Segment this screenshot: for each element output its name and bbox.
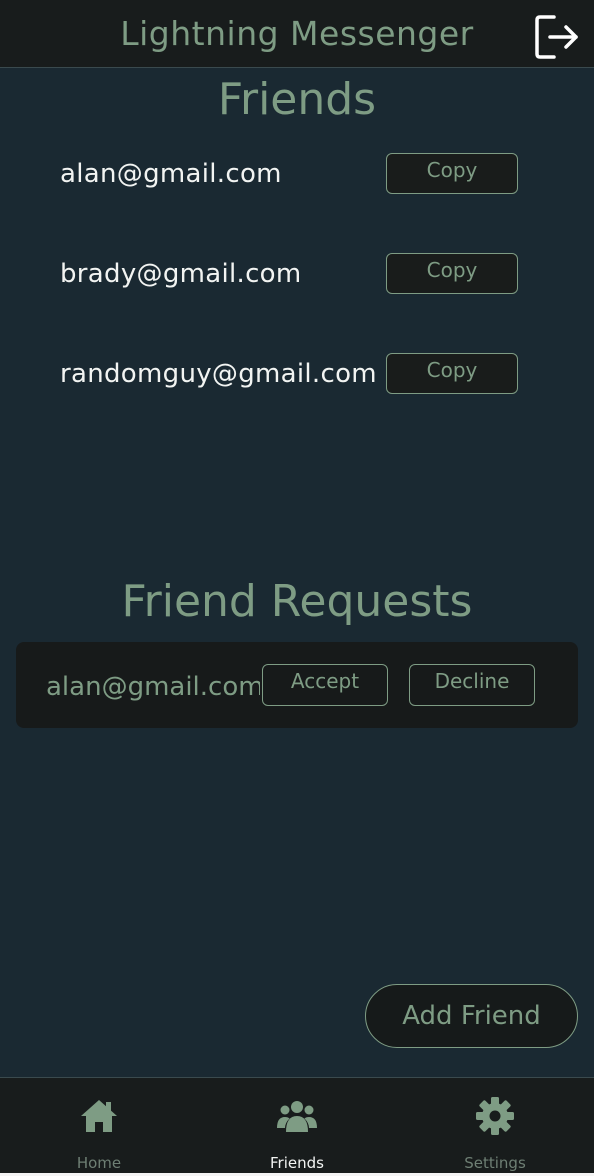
copy-button[interactable]: Copy — [386, 253, 518, 294]
gear-icon — [476, 1097, 514, 1135]
accept-button[interactable]: Accept — [262, 664, 388, 706]
friend-list-item: alan@gmail.com Copy — [0, 153, 594, 197]
tab-home[interactable]: Home — [0, 1078, 198, 1174]
home-icon — [81, 1100, 117, 1132]
friend-email: randomguy@gmail.com — [60, 359, 377, 389]
copy-button[interactable]: Copy — [386, 153, 518, 194]
friend-email: brady@gmail.com — [60, 259, 302, 289]
tab-label: Friends — [270, 1154, 324, 1172]
friend-list-item: randomguy@gmail.com Copy — [0, 353, 594, 397]
friends-title: Friends — [217, 74, 377, 125]
friend-email: alan@gmail.com — [60, 159, 282, 189]
copy-button[interactable]: Copy — [386, 353, 518, 394]
tab-bar: Home Friends Settings — [0, 1077, 594, 1173]
decline-button[interactable]: Decline — [409, 664, 535, 706]
add-friend-button[interactable]: Add Friend — [365, 984, 578, 1048]
tab-friends[interactable]: Friends — [198, 1078, 396, 1174]
friend-list-item: brady@gmail.com Copy — [0, 253, 594, 297]
users-icon — [277, 1101, 317, 1132]
request-email: alan@gmail.com — [46, 672, 260, 702]
app-title: Lightning Messenger — [120, 14, 474, 53]
logout-icon[interactable] — [534, 14, 580, 60]
tab-settings[interactable]: Settings — [396, 1078, 594, 1174]
app-header: Lightning Messenger — [0, 0, 594, 68]
tab-label: Home — [76, 1154, 122, 1172]
tab-label: Settings — [464, 1154, 526, 1172]
friend-requests-title: Friend Requests — [121, 576, 473, 627]
friend-request-card: alan@gmail.com Accept Decline — [16, 642, 578, 728]
